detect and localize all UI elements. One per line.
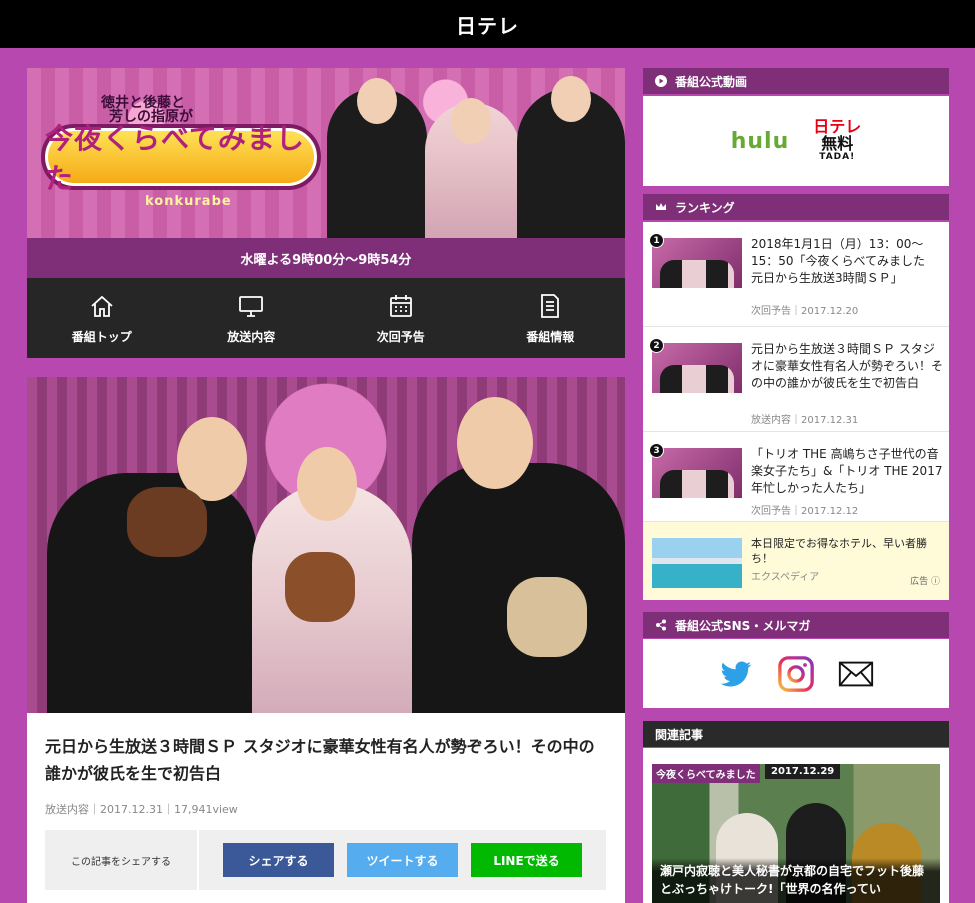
nav-label: 放送内容 xyxy=(227,329,276,344)
cast-face xyxy=(451,98,491,144)
home-icon xyxy=(91,295,113,317)
ranking-thumbnail xyxy=(652,238,742,288)
line-send-button[interactable]: LINEで送る xyxy=(471,843,582,877)
related-heading: 関連記事 xyxy=(643,721,949,747)
ntv-tada-logo[interactable]: 日テレ 無料 TADA! xyxy=(813,119,861,162)
mail-icon[interactable] xyxy=(837,655,875,693)
document-icon xyxy=(541,293,560,318)
related-heading-text: 関連記事 xyxy=(655,727,704,742)
nav-program-top[interactable]: 番組トップ xyxy=(27,278,177,358)
facebook-share-button[interactable]: シェアする xyxy=(223,843,334,877)
tada-line2: 無料 xyxy=(821,134,854,154)
ad-label[interactable]: 広告 ⓘ xyxy=(910,574,940,587)
related-caption: 瀬戸内寂聴と美人秘書が京都の自宅でフット後藤とぶっちゃけトーク!「世界の名作って… xyxy=(652,858,940,903)
ranking-heading-text: ランキング xyxy=(675,200,735,215)
calendar-icon xyxy=(389,294,412,317)
share-bar: この記事をシェアする シェアする ツイートする LINEで送る xyxy=(45,830,606,890)
rank-badge: 3 xyxy=(649,443,664,458)
tada-line3: TADA! xyxy=(819,152,856,163)
ranking-list: 1 2018年1月1日（月）13：00～15：50「今夜くらべてみました 元日か… xyxy=(643,222,949,600)
related-article-card[interactable]: 今夜くらべてみました 2017.12.29 瀬戸内寂聴と美人秘書が京都の自宅でフ… xyxy=(652,764,940,903)
nav-broadcast-content[interactable]: 放送内容 xyxy=(177,278,327,358)
ranking-meta: 次回予告｜2017.12.12 xyxy=(751,506,859,517)
related-articles: 今夜くらべてみました 2017.12.29 瀬戸内寂聴と美人秘書が京都の自宅でフ… xyxy=(643,748,949,903)
cast-face xyxy=(357,78,397,124)
ranking-item-3[interactable]: 3 「トリオ THE 高嶋ちさ子世代の音楽女子たち」&「トリオ THE 2017… xyxy=(643,432,949,522)
article-card: 元日から生放送３時間ＳＰ スタジオに豪華女性有名人が勢ぞろい！その中の誰かが彼氏… xyxy=(27,377,625,903)
ranking-title: 元日から生放送３時間ＳＰ スタジオに豪華女性有名人が勢ぞろい！その中の誰かが彼氏… xyxy=(751,342,944,390)
nav-program-info[interactable]: 番組情報 xyxy=(476,278,626,358)
program-title-plate: 今夜くらべてみました xyxy=(41,122,321,195)
ad-title: 本日限定でお得なホテル、早い者勝ち！ xyxy=(751,537,927,566)
twitter-icon[interactable] xyxy=(717,655,755,693)
article-meta: 放送内容｜2017.12.31｜17,941view xyxy=(45,803,238,816)
nav-next-preview[interactable]: 次回予告 xyxy=(326,278,476,358)
video-services: hulu 日テレ 無料 TADA! xyxy=(643,96,949,186)
ranking-item-1[interactable]: 1 2018年1月1日（月）13：00～15：50「今夜くらべてみました 元日か… xyxy=(643,222,949,327)
sns-links xyxy=(643,639,949,708)
cast-face xyxy=(551,76,591,122)
ranking-meta: 次回予告｜2017.12.20 xyxy=(751,306,859,317)
ad-thumbnail xyxy=(652,538,742,588)
sns-heading-text: 番組公式SNS・メルマガ xyxy=(675,618,811,633)
monitor-icon xyxy=(239,295,264,317)
article-main-photo xyxy=(27,377,625,713)
ranking-heading: ランキング xyxy=(643,194,949,220)
play-icon xyxy=(655,75,667,87)
video-heading-text: 番組公式動画 xyxy=(675,74,748,89)
pug xyxy=(507,577,587,657)
program-title: 今夜くらべてみました xyxy=(45,122,305,195)
sns-heading: 番組公式SNS・メルマガ xyxy=(643,612,949,638)
poodle xyxy=(285,552,355,622)
related-date: 2017.12.29 xyxy=(765,764,841,779)
ranking-item-2[interactable]: 2 元日から生放送３時間ＳＰ スタジオに豪華女性有名人が勢ぞろい！その中の誰かが… xyxy=(643,327,949,432)
ranking-title: 2018年1月1日（月）13：00～15：50「今夜くらべてみました 元日から生… xyxy=(751,237,938,285)
twitter-tweet-button[interactable]: ツイートする xyxy=(347,843,458,877)
share-icon xyxy=(656,619,666,631)
rank-badge: 2 xyxy=(649,338,664,353)
share-label: この記事をシェアする xyxy=(45,830,199,890)
broadcast-schedule: 水曜よる9時00分～9時54分 xyxy=(27,238,625,278)
ranking-title: 「トリオ THE 高嶋ちさ子世代の音楽女子たち」&「トリオ THE 2017年忙… xyxy=(751,447,943,495)
nav-label: 番組トップ xyxy=(71,329,132,344)
cast-face xyxy=(457,397,533,489)
crown-icon xyxy=(656,203,666,210)
article-headline: 元日から生放送３時間ＳＰ スタジオに豪華女性有名人が勢ぞろい！その中の誰かが彼氏… xyxy=(45,737,595,784)
ranking-thumbnail xyxy=(652,448,742,498)
nav-label: 次回予告 xyxy=(376,329,425,344)
site-logo[interactable]: 日テレ xyxy=(456,10,519,39)
site-header: 日テレ xyxy=(0,0,975,48)
instagram-icon[interactable] xyxy=(777,655,815,693)
program-hero-banner[interactable]: 徳井と後藤と 芳しの指原が 今夜くらべてみました konkurabe xyxy=(27,68,625,238)
program-nav: 番組トップ 放送内容 次回予告 番組情報 xyxy=(27,278,625,358)
video-section-heading: 番組公式動画 xyxy=(643,68,949,94)
hulu-logo[interactable]: hulu xyxy=(731,129,790,154)
program-romaji: konkurabe xyxy=(145,194,232,209)
cast-face xyxy=(297,447,357,521)
dachshund xyxy=(127,487,207,557)
ranking-thumbnail xyxy=(652,343,742,393)
ad-item[interactable]: 本日限定でお得なホテル、早い者勝ち！ エクスペディア 広告 ⓘ xyxy=(643,522,949,600)
nav-label: 番組情報 xyxy=(526,329,575,344)
ad-sponsor: エクスペディア xyxy=(751,572,820,583)
related-tag: 今夜くらべてみました xyxy=(652,764,760,783)
ranking-meta: 放送内容｜2017.12.31 xyxy=(751,415,859,426)
rank-badge: 1 xyxy=(649,233,664,248)
